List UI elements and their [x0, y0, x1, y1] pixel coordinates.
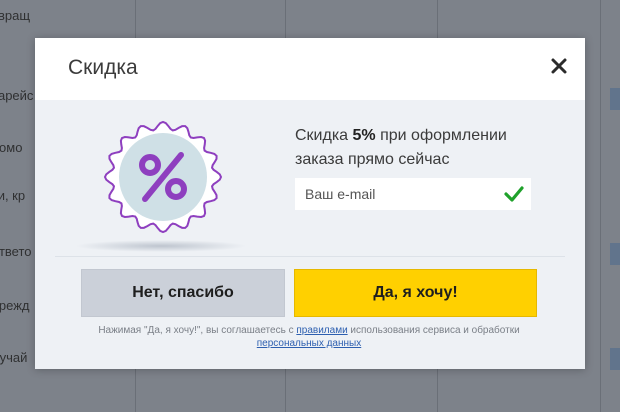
offer-text: Скидка 5% при оформлении заказа прямо се…	[295, 124, 555, 172]
modal-header: Скидка	[35, 38, 585, 100]
close-icon	[551, 58, 567, 74]
background-list-item: звращ	[0, 8, 31, 23]
background-side-tab	[610, 348, 620, 370]
legal-text: Нажимая "Да, я хочу!", вы соглашаетесь с	[98, 325, 297, 336]
email-field[interactable]	[295, 178, 531, 210]
rules-link[interactable]: правилами	[296, 325, 347, 336]
personal-data-link[interactable]: персональных данных	[257, 338, 361, 349]
legal-text: использования сервиса и обработки	[347, 325, 520, 336]
background-side-tab	[610, 243, 620, 265]
legal-notice: Нажимая "Да, я хочу!", вы соглашаетесь с…	[81, 324, 537, 350]
offer-percent: 5%	[352, 127, 376, 144]
percent-badge-icon	[103, 120, 223, 234]
background-list-item: ответо	[0, 244, 32, 259]
close-button[interactable]	[545, 52, 573, 80]
background-column-divider	[600, 0, 601, 412]
accept-button[interactable]: Да, я хочу!	[294, 269, 537, 317]
divider	[55, 256, 565, 257]
background-list-item: лучай	[0, 350, 28, 365]
discount-modal: Скидка Скидка 5% при оформлении заказа п…	[35, 38, 585, 369]
offer-prefix: Скидка	[295, 127, 353, 144]
modal-title: Скидка	[68, 56, 138, 79]
background-list-item: врежд	[0, 298, 30, 313]
checkmark-icon	[504, 186, 524, 202]
badge-shadow	[75, 240, 247, 252]
background-list-item: зарейс	[0, 88, 34, 103]
background-side-tab	[610, 88, 620, 110]
background-list-item: помо	[0, 140, 23, 155]
background-list-item: ки, кр	[0, 188, 26, 203]
decline-button[interactable]: Нет, спасибо	[81, 269, 285, 317]
